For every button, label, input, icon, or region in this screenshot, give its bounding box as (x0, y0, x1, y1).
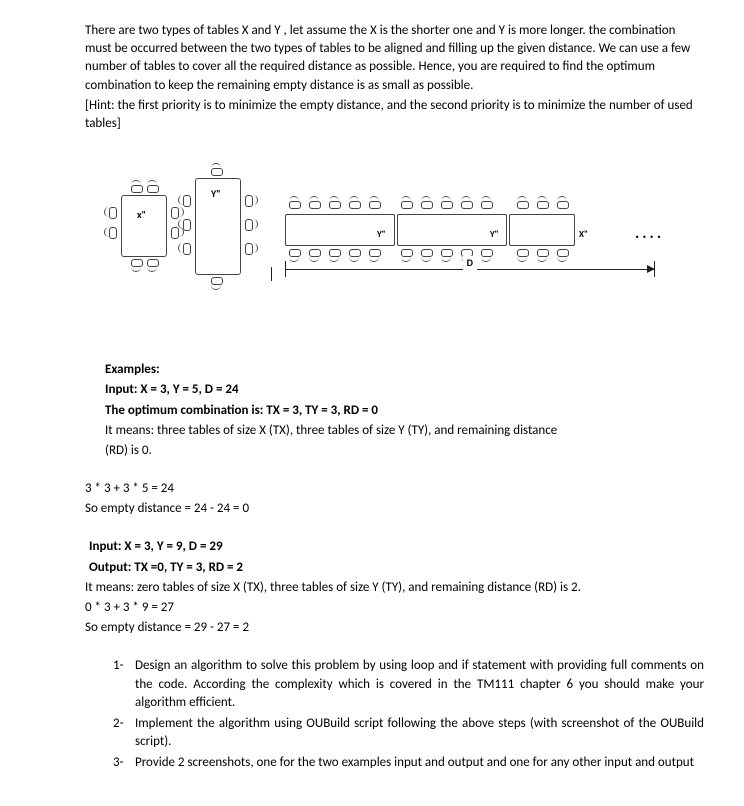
chair-icon (401, 201, 413, 209)
long-table-x (509, 214, 575, 246)
chair-icon (349, 201, 361, 209)
chair-icon (289, 201, 301, 209)
task-text: Provide 2 screenshots, one for the two e… (135, 755, 694, 770)
chair-icon (178, 243, 184, 253)
chair-icon (211, 284, 221, 290)
task-item-2: 2- Implement the algorithm using OUBuild… (113, 715, 704, 751)
table-x-small: x" (121, 195, 167, 257)
chair-icon (183, 243, 191, 255)
intro-paragraph: There are two types of tables X and Y , … (85, 22, 704, 95)
chair-icon (252, 195, 258, 205)
chair-icon (517, 201, 529, 209)
chair-icon (104, 207, 110, 217)
chair-icon (481, 196, 491, 202)
chair-icon (309, 196, 319, 202)
label-x-icon: x" (137, 208, 146, 222)
chair-icon (557, 196, 567, 202)
chair-icon (252, 243, 258, 253)
dimension-start-tick (271, 267, 283, 281)
table-y-medium: Y" (195, 178, 241, 275)
chair-icon (329, 196, 339, 202)
long-tables-row: Y" Y" X" (285, 199, 645, 249)
chair-icon (131, 185, 143, 193)
ellipsis-icon: .... (635, 223, 664, 245)
chair-icon (147, 185, 159, 193)
chair-icon (421, 201, 433, 209)
ex2-calc-line2: So empty distance = 29 - 27 = 2 (85, 619, 704, 637)
chair-icon (289, 196, 299, 202)
ex1-result-line: The optimum combination is: TX = 3, TY =… (105, 402, 704, 420)
chair-icon (178, 207, 184, 217)
chair-icon (309, 201, 321, 209)
ex2-meaning-line: It means: zero tables of size X (TX), th… (85, 579, 704, 597)
chair-icon (252, 219, 258, 229)
chair-icon (461, 196, 471, 202)
examples-heading: Examples: (105, 361, 704, 379)
chair-icon (178, 195, 184, 205)
chair-icon (104, 227, 110, 237)
dimension-line: D (285, 261, 655, 279)
ex1-input-line: Input: X = 3, Y = 5, D = 24 (105, 381, 704, 399)
chair-icon (369, 201, 381, 209)
chair-icon (178, 219, 184, 229)
chair-icon (421, 196, 431, 202)
chair-icon (147, 266, 157, 272)
ex1-meaning-line1: It means: three tables of size X (TX), t… (105, 422, 704, 440)
chair-icon (131, 266, 141, 272)
chair-icon (183, 195, 191, 207)
label-long-y1: Y" (377, 229, 386, 242)
chair-icon (461, 201, 473, 209)
label-y-icon: Y" (211, 187, 221, 201)
task-number: 3- (113, 754, 124, 772)
ex1-calc-line1: 3 * 3 + 3 * 5 = 24 (85, 480, 704, 498)
ex2-calc-line1: 0 * 3 + 3 * 9 = 27 (85, 599, 704, 617)
task-text: Implement the algorithm using OUBuild sc… (135, 716, 704, 749)
ex1-meaning-line2: (RD) is 0. (105, 442, 704, 460)
chair-icon (183, 219, 191, 231)
chair-icon (557, 201, 569, 209)
task-text: Design an algorithm to solve this proble… (135, 658, 704, 709)
task-number: 1- (113, 657, 124, 675)
chair-icon (441, 201, 453, 209)
ex2-output-line: Output: TX =0, TY = 3, RD = 2 (89, 559, 704, 577)
dimension-d-label: D (463, 256, 477, 270)
label-long-x: X" (579, 229, 588, 242)
chair-icon (481, 201, 493, 209)
chair-icon (211, 168, 223, 176)
chair-icon (537, 201, 549, 209)
chair-icon (349, 196, 359, 202)
chair-icon (131, 180, 141, 186)
chair-icon (329, 201, 341, 209)
hint-paragraph: [Hint: the first priority is to minimize… (85, 97, 704, 133)
ex2-input-line: Input: X = 3, Y = 9, D = 29 (89, 538, 704, 556)
tables-diagram: x" Y" (115, 163, 675, 333)
chair-icon (109, 227, 117, 239)
chair-icon (211, 163, 221, 169)
chair-icon (537, 196, 547, 202)
task-list: 1- Design an algorithm to solve this pro… (113, 657, 704, 772)
ex1-calc-line2: So empty distance = 24 - 24 = 0 (85, 500, 704, 518)
chair-icon (441, 196, 451, 202)
chair-icon (109, 207, 117, 219)
chair-icon (517, 196, 527, 202)
task-item-1: 1- Design an algorithm to solve this pro… (113, 657, 704, 712)
chair-icon (369, 196, 379, 202)
chair-icon (401, 196, 411, 202)
chair-icon (147, 180, 157, 186)
label-long-y2: Y" (490, 229, 499, 242)
task-number: 2- (113, 715, 124, 733)
task-item-3: 3- Provide 2 screenshots, one for the tw… (113, 754, 704, 772)
